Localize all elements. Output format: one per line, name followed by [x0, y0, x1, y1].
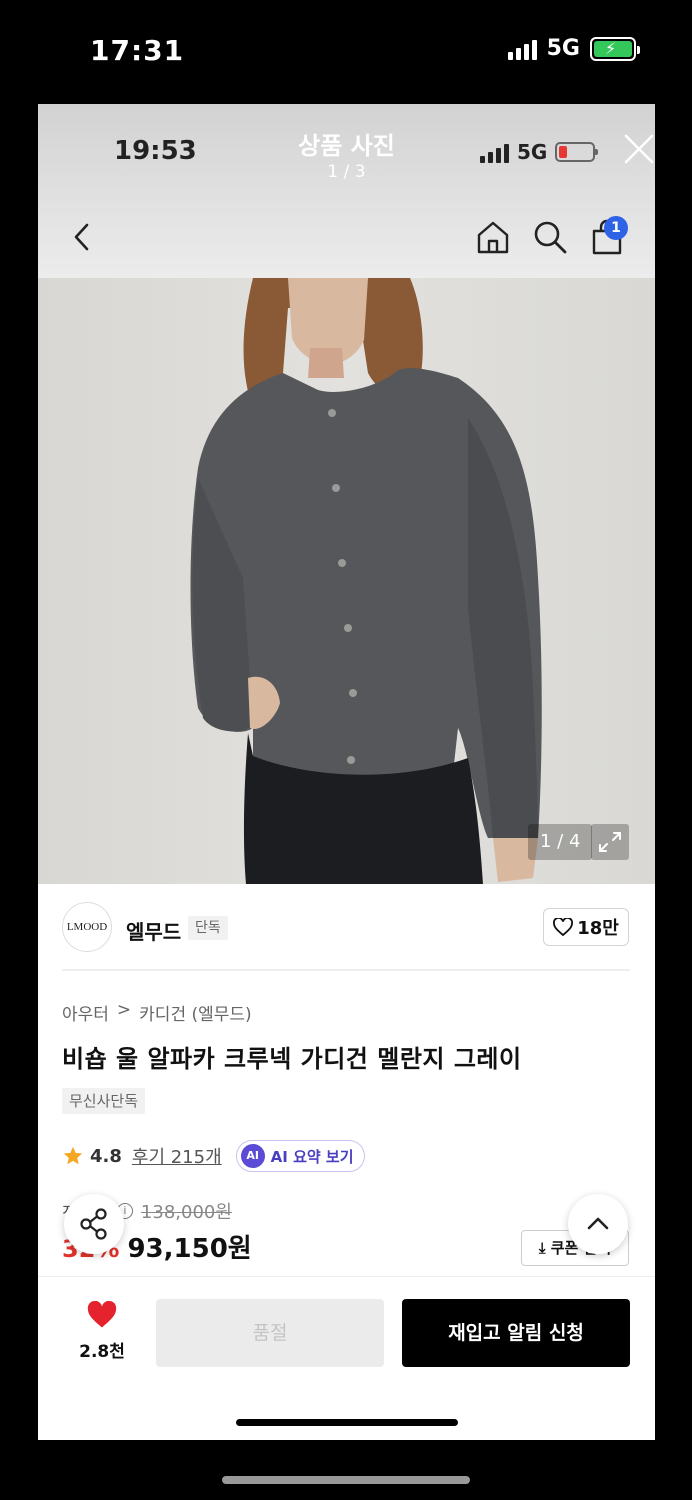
expand-icon[interactable] — [591, 824, 629, 860]
heart-outline-icon — [553, 918, 574, 936]
review-count-link[interactable]: 후기 215개 — [132, 1143, 222, 1169]
soldout-button: 품절 — [156, 1299, 384, 1367]
inner-signal-icon — [480, 141, 509, 163]
product-title: 비숍 울 알파카 크루넥 가디건 멜란지 그레이 — [62, 1045, 522, 1073]
outer-home-indicator — [222, 1476, 470, 1484]
brand-exclusive-tag: 단독 — [188, 916, 228, 940]
inner-home-indicator — [236, 1419, 458, 1426]
brand-like-count: 18만 — [577, 918, 619, 939]
image-counter: 1 / 4 — [528, 824, 593, 860]
brand-row[interactable]: LMOOD 엘무드 단독 18만 — [38, 884, 655, 972]
breadcrumb: 아우터 > 카디건 (엘무드) — [62, 1000, 252, 1025]
wishlist-button[interactable]: 2.8천 — [72, 1300, 132, 1362]
battery-charging-icon: ⚡ — [590, 36, 640, 61]
restock-alert-button[interactable]: 재입고 알림 신청 — [402, 1299, 630, 1367]
product-photo[interactable]: 1 / 4 — [38, 278, 655, 884]
outer-network-label: 5G — [546, 36, 580, 61]
original-price: 138,000원 — [140, 1202, 232, 1223]
outer-status-bar: 17:31 5G ⚡ — [0, 0, 692, 104]
brand-logo[interactable]: LMOOD — [62, 902, 112, 952]
inner-status-indicators: 5G — [480, 140, 599, 164]
divider — [62, 969, 630, 971]
brand-like-button[interactable]: 18만 — [543, 908, 629, 946]
cardigan-model-image — [190, 278, 542, 884]
breadcrumb-separator: > — [116, 1000, 132, 1020]
brand-name[interactable]: 엘무드 — [126, 916, 181, 945]
breadcrumb-category[interactable]: 아우터 — [62, 1000, 109, 1025]
rating-value: 4.8 — [90, 1145, 122, 1167]
ai-summary-label: AI 요약 보기 — [270, 1147, 354, 1166]
outer-status-time: 17:31 — [90, 34, 185, 67]
wishlist-count: 2.8천 — [79, 1342, 125, 1362]
download-icon: ⤓ — [538, 1239, 546, 1257]
home-icon[interactable] — [474, 218, 512, 256]
close-icon[interactable] — [622, 132, 655, 166]
back-icon[interactable] — [68, 220, 96, 254]
musinsa-exclusive-tag: 무신사단독 — [62, 1088, 146, 1114]
signal-icon — [507, 38, 537, 60]
inner-battery-icon — [555, 142, 599, 162]
search-icon[interactable] — [531, 218, 569, 256]
sale-price: 93,150원 — [127, 1234, 252, 1264]
heart-filled-icon — [87, 1300, 117, 1328]
breadcrumb-subcategory[interactable]: 카디건 (엘무드) — [139, 1000, 252, 1025]
scroll-top-icon[interactable] — [568, 1194, 628, 1254]
ai-icon: AI — [240, 1144, 265, 1168]
bottom-action-bar: 2.8천 품절 재입고 알림 신청 — [38, 1276, 655, 1440]
viewer-photo-counter: 1 / 3 — [327, 162, 366, 182]
share-icon[interactable] — [64, 1194, 124, 1254]
ai-summary-button[interactable]: AI AI 요약 보기 — [235, 1140, 365, 1172]
product-page-screenshot: 19:53 상품 사진 1 / 3 5G 1 1 / 4 LMOOD 엘무드 단… — [38, 104, 655, 1440]
cart-count-badge: 1 — [604, 216, 628, 240]
rating-row: 4.8 후기 215개 AI AI 요약 보기 — [62, 1140, 365, 1172]
star-icon — [63, 1146, 83, 1165]
inner-network-label: 5G — [517, 140, 548, 164]
photo-viewer-header: 19:53 상품 사진 1 / 3 5G 1 — [38, 104, 655, 278]
outer-status-indicators: 5G ⚡ — [507, 36, 640, 61]
